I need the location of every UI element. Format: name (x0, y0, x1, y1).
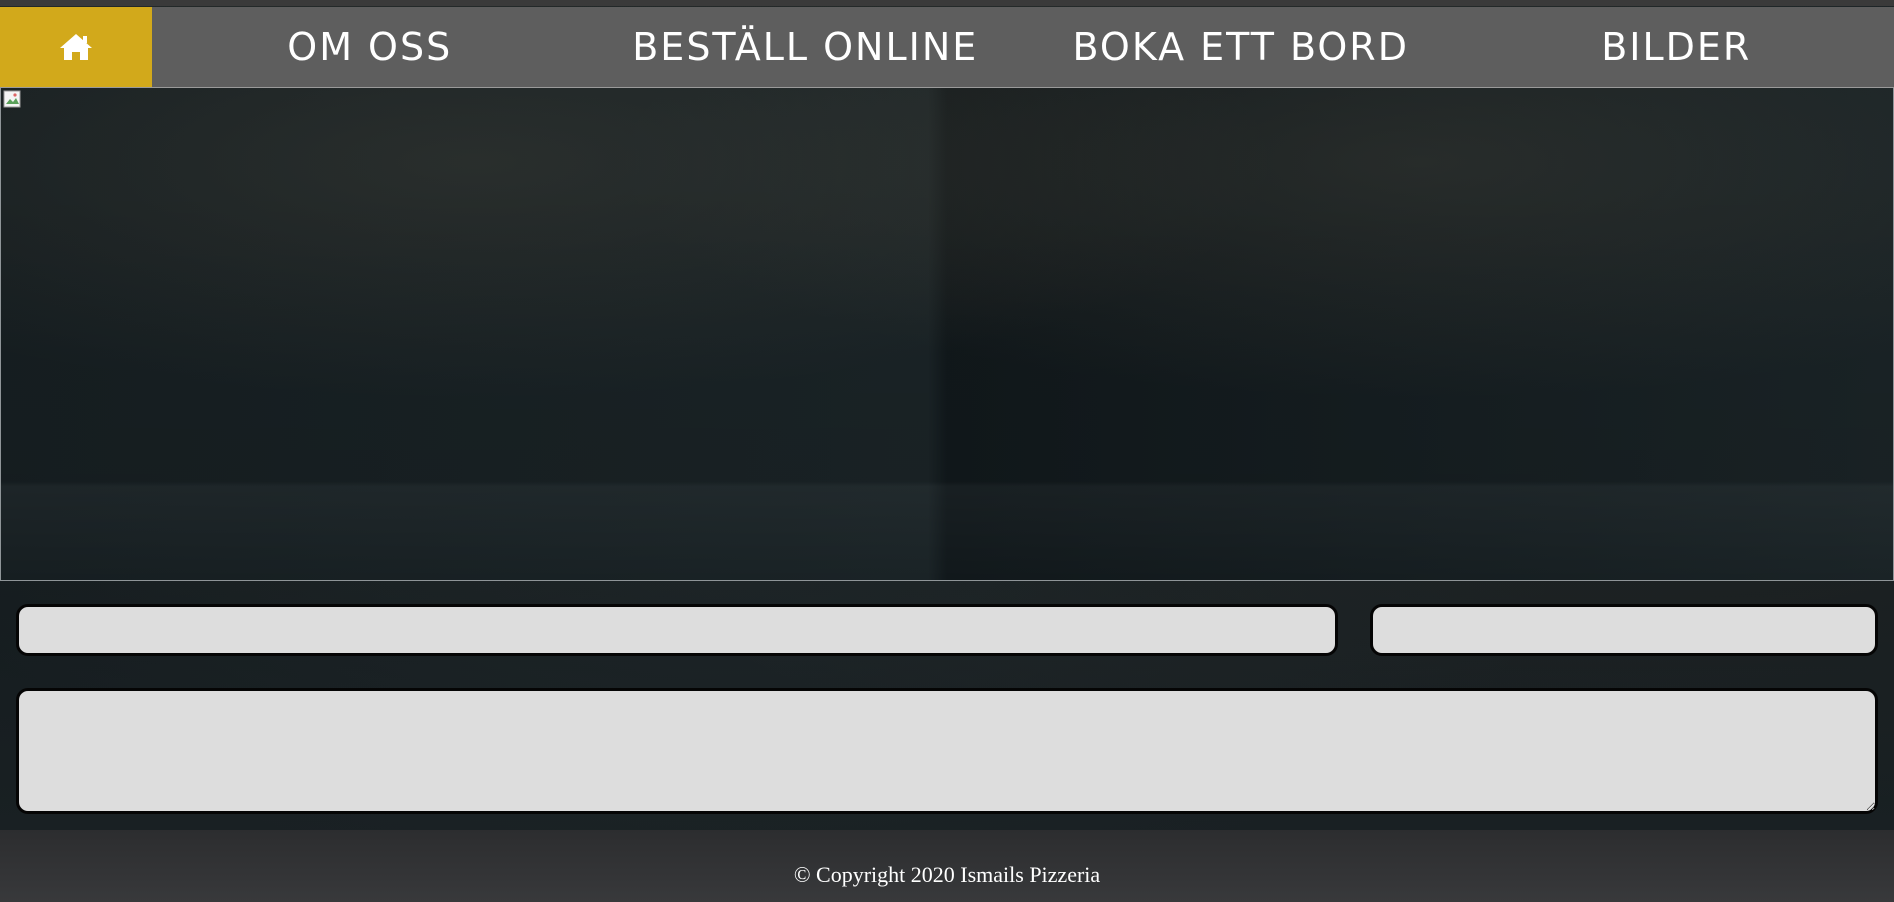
footer: © Copyright 2020 Ismails Pizzeria (0, 830, 1894, 902)
nav-item-label: BILDER (1601, 25, 1752, 69)
nav-item-boka-ett-bord[interactable]: BOKA ETT BORD (1023, 7, 1459, 87)
nav-item-label: OM OSS (287, 25, 453, 69)
nav-item-om-oss[interactable]: OM OSS (152, 7, 588, 87)
message-textarea[interactable] (16, 688, 1878, 814)
main-navigation: OM OSS BESTÄLL ONLINE BOKA ETT BORD BILD… (0, 7, 1894, 88)
nav-item-label: BOKA ETT BORD (1072, 25, 1409, 69)
broken-image-icon (3, 90, 21, 108)
text-field-secondary[interactable] (1370, 604, 1878, 656)
nav-item-bilder[interactable]: BILDER (1459, 7, 1894, 87)
nav-item-bestall-online[interactable]: BESTÄLL ONLINE (588, 7, 1024, 87)
home-icon (60, 34, 92, 60)
text-field-primary[interactable] (16, 604, 1338, 656)
nav-item-label: BESTÄLL ONLINE (632, 25, 979, 69)
home-button[interactable] (0, 7, 152, 87)
copyright-text: © Copyright 2020 Ismails Pizzeria (793, 862, 1101, 887)
hero-image (0, 88, 1894, 581)
top-strip (0, 0, 1894, 6)
